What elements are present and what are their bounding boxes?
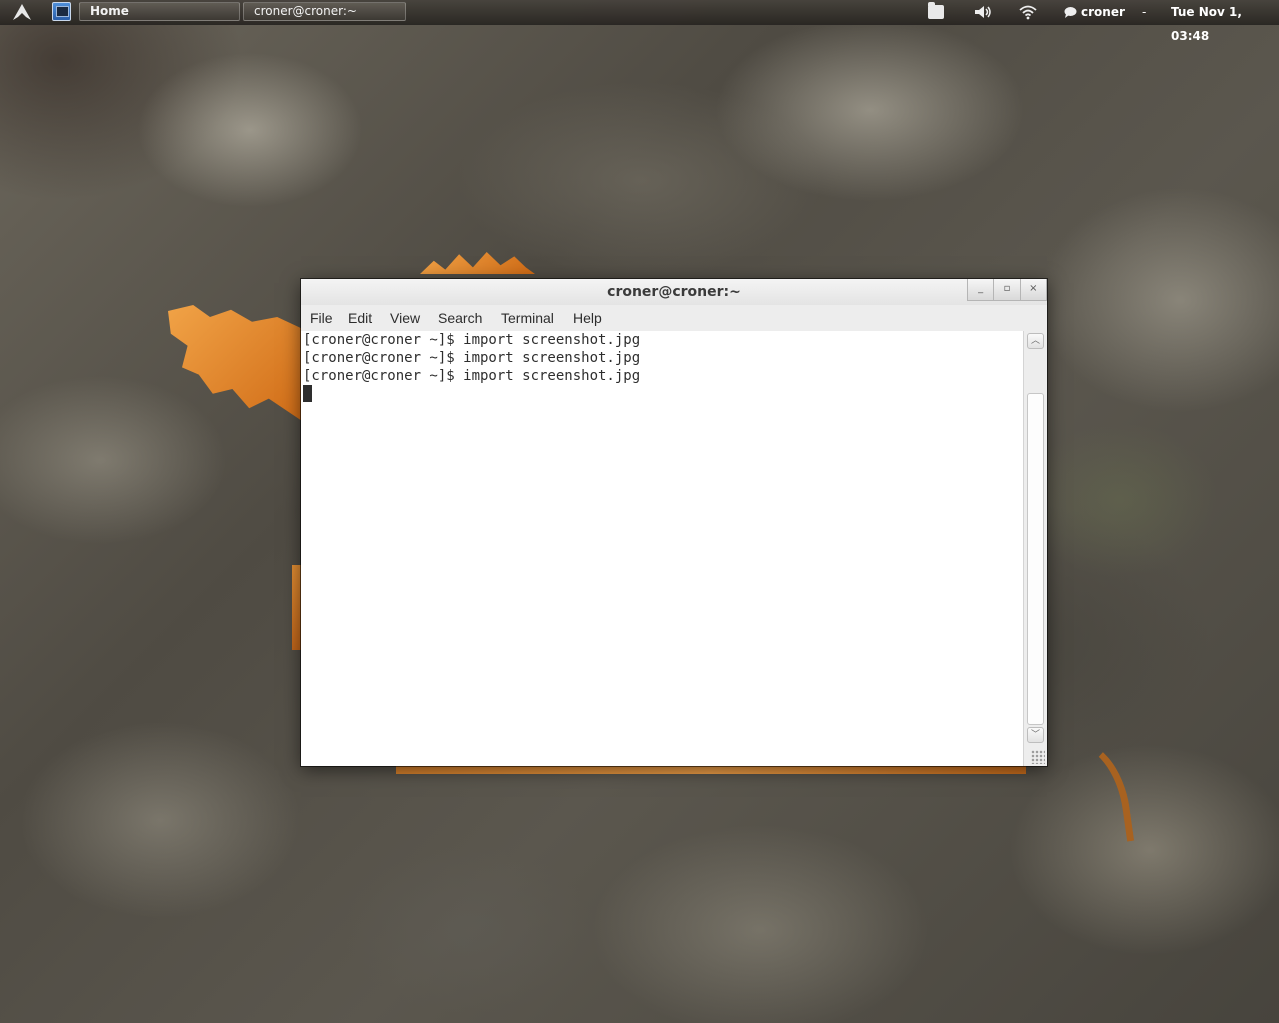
resize-grip-icon[interactable] [1031, 750, 1045, 764]
terminal-output[interactable]: [croner@croner ~]$ import screenshot.jpg… [301, 331, 1023, 766]
terminal-line: [croner@croner ~]$ import screenshot.jpg [303, 350, 641, 366]
menu-terminal[interactable]: Terminal [501, 305, 554, 331]
vertical-scrollbar[interactable]: ︿ ﹀ [1023, 331, 1047, 766]
menu-search[interactable]: Search [438, 305, 482, 331]
menu-file[interactable]: File [310, 305, 333, 331]
terminal-icon[interactable] [52, 2, 71, 21]
taskbar-item-home[interactable]: Home [79, 2, 240, 21]
folder-icon[interactable] [928, 2, 944, 19]
chat-bubble-icon[interactable] [1064, 0, 1077, 24]
terminal-line: [croner@croner ~]$ import screenshot.jpg [303, 368, 641, 384]
window-title: croner@croner:~ [607, 284, 741, 300]
title-bar[interactable]: croner@croner:~ _ ▫ × [301, 279, 1047, 305]
terminal-window: croner@croner:~ _ ▫ × File Edit View Sea… [301, 279, 1047, 766]
wallpaper-leaf-top [420, 252, 535, 274]
menu-help[interactable]: Help [573, 305, 602, 331]
scrollbar-thumb[interactable] [1027, 393, 1044, 725]
menu-view[interactable]: View [390, 305, 420, 331]
scroll-up-button[interactable]: ︿ [1027, 333, 1044, 349]
maximize-button[interactable]: ▫ [994, 279, 1021, 301]
taskbar-item-label: croner@croner:~ [254, 4, 357, 18]
taskbar-item-terminal[interactable]: croner@croner:~ [243, 2, 406, 21]
arch-logo-icon[interactable] [13, 4, 31, 20]
window-controls: _ ▫ × [967, 279, 1047, 301]
menu-bar: File Edit View Search Terminal Help [301, 305, 1047, 331]
close-button[interactable]: × [1020, 279, 1047, 301]
scroll-down-button[interactable]: ﹀ [1027, 727, 1044, 743]
clock[interactable]: Tue Nov 1, 03:48 [1171, 0, 1279, 43]
top-panel: Home croner@croner:~ croner - Tue Nov 1,… [0, 0, 1279, 43]
terminal-cursor [303, 385, 312, 402]
user-name[interactable]: croner [1081, 0, 1125, 24]
volume-icon[interactable] [973, 0, 993, 24]
minimize-button[interactable]: _ [967, 279, 995, 301]
wallpaper-leaf [168, 305, 308, 425]
tray-separator: - [1142, 5, 1147, 19]
taskbar-item-label: Home [90, 4, 129, 18]
menu-edit[interactable]: Edit [348, 305, 372, 331]
wifi-icon[interactable] [1019, 0, 1037, 24]
wallpaper-leaf-stem [1050, 733, 1135, 851]
terminal-line: [croner@croner ~]$ import screenshot.jpg [303, 332, 641, 348]
